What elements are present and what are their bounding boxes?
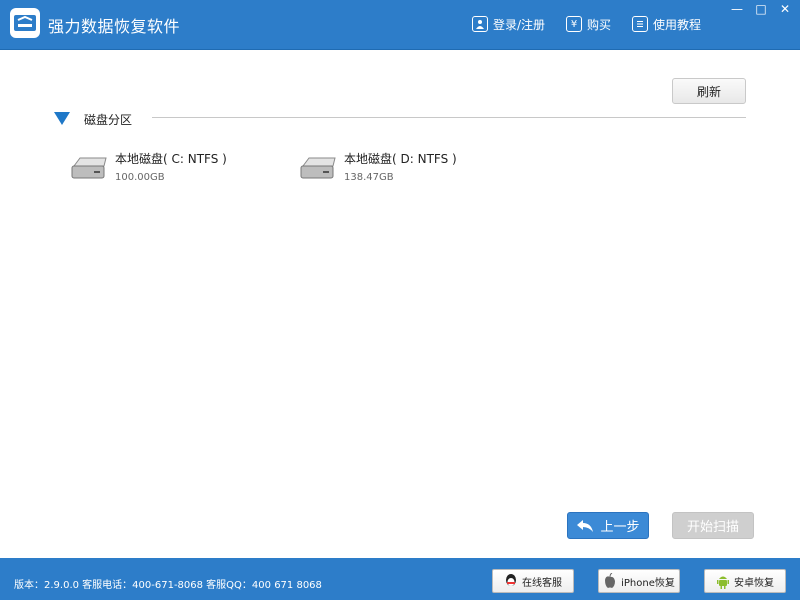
minimize-icon: — [731, 2, 743, 16]
collapse-triangle-icon[interactable] [54, 112, 70, 126]
tutorial-link[interactable]: 使用教程 [632, 14, 701, 34]
disk-item-d[interactable]: 本地磁盘( D: NTFS ) 138.47GB [299, 150, 509, 190]
section-label: 磁盘分区 [84, 113, 133, 127]
maximize-button[interactable]: □ [750, 0, 772, 18]
back-label: 上一步 [600, 520, 640, 535]
version-contact-info: 版本：2.9.0.0 客服电话：400-671-8068 客服QQ：400 67… [14, 580, 322, 591]
tutorial-label: 使用教程 [653, 17, 702, 32]
yen-icon: ¥ [566, 16, 582, 32]
refresh-button[interactable]: 刷新 [672, 78, 746, 104]
android-recovery-button[interactable]: 安卓恢复 [704, 569, 786, 593]
online-service-label: 在线客服 [522, 577, 562, 589]
android-icon [717, 576, 729, 589]
iphone-recovery-label: iPhone恢复 [621, 577, 675, 589]
back-arrow-icon [577, 519, 594, 532]
login-register-link[interactable]: 登录/注册 [472, 14, 545, 34]
buy-label: 购买 [587, 17, 612, 32]
android-recovery-label: 安卓恢复 [734, 577, 774, 589]
disk-size: 100.00GB [115, 172, 165, 183]
maximize-icon: □ [755, 2, 767, 16]
section-divider [152, 117, 746, 118]
app-logo-icon [10, 8, 40, 38]
login-register-label: 登录/注册 [493, 17, 546, 32]
disk-name: 本地磁盘( D: NTFS ) [344, 152, 457, 166]
hard-drive-icon [300, 157, 336, 179]
status-bar: 版本：2.9.0.0 客服电话：400-671-8068 客服QQ：400 67… [0, 558, 800, 600]
iphone-recovery-button[interactable]: iPhone恢复 [598, 569, 680, 593]
minimize-button[interactable]: — [726, 0, 748, 18]
disk-name: 本地磁盘( C: NTFS ) [115, 152, 227, 166]
user-login-icon [472, 16, 488, 32]
qq-icon [506, 574, 516, 586]
back-button[interactable]: 上一步 [567, 512, 649, 539]
disk-size: 138.47GB [344, 172, 394, 183]
buy-link[interactable]: ¥ 购买 [566, 14, 611, 34]
online-service-button[interactable]: 在线客服 [492, 569, 574, 593]
main-panel: 刷新 磁盘分区 本地磁盘( C: NTFS ) 100.00GB 本地磁盘( D… [0, 50, 800, 558]
close-button[interactable]: ✕ [774, 0, 796, 18]
disk-item-c[interactable]: 本地磁盘( C: NTFS ) 100.00GB [70, 150, 280, 190]
start-scan-button[interactable]: 开始扫描 [672, 512, 754, 539]
app-title: 强力数据恢复软件 [48, 17, 181, 36]
document-icon [632, 16, 648, 32]
hard-drive-icon [71, 157, 107, 179]
close-icon: ✕ [779, 2, 791, 16]
title-bar: 强力数据恢复软件 登录/注册 ¥ 购买 使用教程 — □ ✕ [0, 0, 800, 50]
apple-icon [605, 573, 616, 588]
